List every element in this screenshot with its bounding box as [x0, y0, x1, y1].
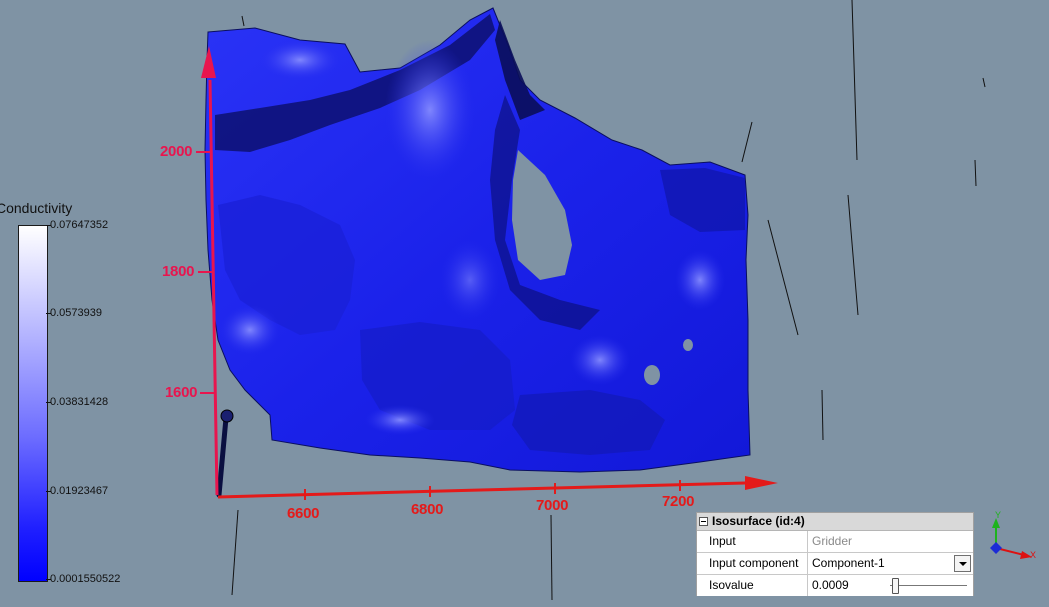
x-tick-label-7200: 7200	[662, 493, 695, 510]
property-name: Isovalue	[697, 575, 808, 596]
well-bore	[216, 409, 234, 498]
panel-title: Isosurface (id:4)	[712, 514, 805, 528]
component-dropdown-button[interactable]	[954, 555, 971, 572]
isovalue-slider-handle[interactable]	[892, 578, 899, 594]
isovalue-cell: 0.0009	[808, 575, 973, 596]
x-tick-label-6800: 6800	[411, 501, 444, 518]
collapse-icon[interactable]	[699, 517, 708, 526]
colorbar-label-max: 0.07647352	[50, 219, 109, 231]
orientation-y-label: Y	[995, 510, 1002, 520]
component-select[interactable]: Component-1	[808, 553, 973, 574]
isovalue-input[interactable]: 0.0009	[812, 578, 849, 592]
property-name: Input	[697, 531, 808, 552]
colorbar-gradient	[18, 225, 48, 582]
x-tick-label-6600: 6600	[287, 505, 320, 522]
colorbar-label: 0.03831428	[50, 396, 109, 408]
colorbar-title: Conductivity	[0, 200, 73, 216]
y-tick-label-2000: 2000	[160, 143, 193, 160]
x-tick-label-7000: 7000	[536, 497, 569, 514]
isosurface-properties-panel: Isosurface (id:4) Input Gridder Input co…	[696, 512, 974, 596]
chevron-down-icon	[958, 561, 967, 566]
y-tick-label-1600: 1600	[165, 384, 198, 401]
y-tick-label-1800: 1800	[162, 263, 195, 280]
isosurface-body	[204, 7, 751, 473]
colorbar-label: 0.0573939	[50, 307, 102, 319]
component-select-value: Component-1	[812, 556, 885, 570]
colorbar-label-min: 0.0001550522	[50, 573, 121, 585]
colorbar-label: 0.01923467	[50, 485, 109, 497]
panel-header[interactable]: Isosurface (id:4)	[697, 513, 973, 531]
property-row-input-component: Input component Component-1	[697, 553, 973, 575]
input-value: Gridder	[812, 534, 853, 548]
property-row-input: Input Gridder	[697, 531, 973, 553]
property-row-isovalue: Isovalue 0.0009	[697, 575, 973, 596]
isovalue-slider-track[interactable]	[890, 585, 967, 586]
orientation-x-label: X	[1030, 550, 1037, 560]
property-name: Input component	[697, 553, 808, 574]
orientation-widget	[990, 518, 1032, 559]
